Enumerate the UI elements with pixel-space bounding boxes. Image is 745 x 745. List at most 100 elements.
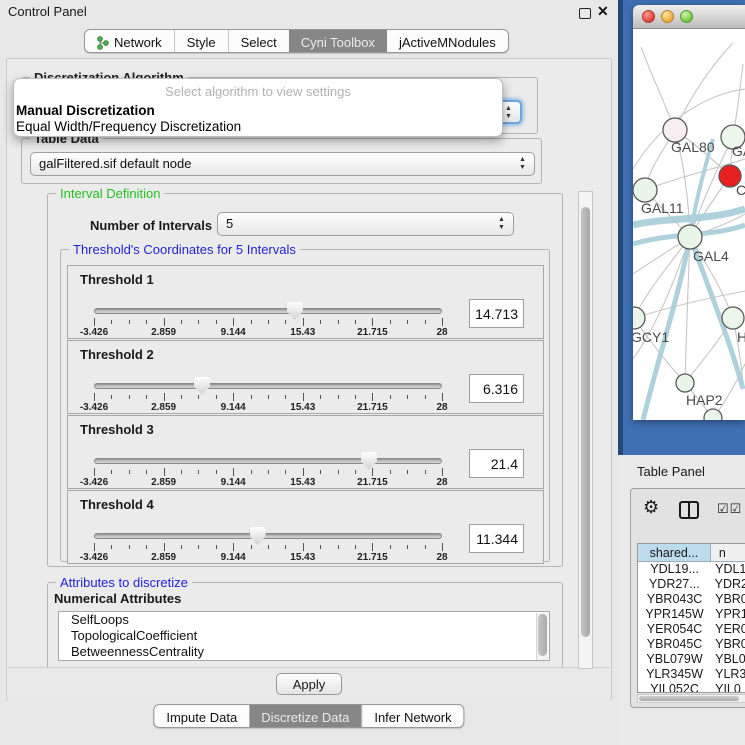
- list-item[interactable]: TopologicalCoefficient: [59, 628, 549, 644]
- table-cell[interactable]: YER0: [711, 622, 745, 637]
- table-panel-title: Table Panel: [637, 464, 705, 479]
- panel-title: Control Panel: [8, 4, 87, 19]
- close-traffic-light[interactable]: [642, 10, 655, 23]
- node-h[interactable]: [722, 307, 744, 329]
- table-cell[interactable]: YDR2: [711, 577, 745, 592]
- threshold-value-field[interactable]: 6.316: [469, 374, 524, 403]
- table-cell[interactable]: YLR345W: [638, 667, 711, 682]
- number-of-intervals-combo[interactable]: 5 ▲▼: [217, 212, 514, 236]
- panel-scrollbar[interactable]: [578, 191, 593, 669]
- table-row[interactable]: YBL079WYBL0: [638, 652, 745, 667]
- table-data-combo[interactable]: galFiltered.sif default node ▲▼: [30, 152, 535, 176]
- tab-discretize-data[interactable]: Discretize Data: [249, 705, 361, 727]
- table-cell[interactable]: YBR043C: [638, 592, 711, 607]
- right-panel: GAL80 GA C GAL11 GAL4 GCY1 H HAP2 Table …: [618, 0, 745, 745]
- node[interactable]: [704, 409, 722, 420]
- attributes-group-title: Attributes to discretize: [56, 575, 192, 590]
- table-cell[interactable]: YER054C: [638, 622, 711, 637]
- table-cell[interactable]: YIL052C: [638, 682, 711, 693]
- checkbox-icons[interactable]: ☑☑: [717, 501, 742, 517]
- numerical-attributes-list: SelfLoops TopologicalCoefficient Between…: [58, 611, 550, 661]
- tab-jactivemnodules[interactable]: jActiveMNodules: [387, 30, 508, 52]
- zoom-traffic-light[interactable]: [680, 10, 693, 23]
- table-row[interactable]: YDR27...YDR2: [638, 577, 745, 592]
- apply-button[interactable]: Apply: [276, 673, 342, 695]
- split-panel-icon[interactable]: [679, 501, 699, 519]
- slider-track[interactable]: [94, 308, 442, 314]
- thresholds-group-title: Threshold's Coordinates for 5 Intervals: [69, 242, 300, 257]
- slider-track[interactable]: [94, 383, 442, 389]
- threshold-slider: Threshold 3 -3.4262.8599.14415.4321.7152…: [67, 415, 544, 489]
- threshold-value-field[interactable]: 21.4: [469, 449, 524, 478]
- table-row[interactable]: YPR145WYPR1: [638, 607, 745, 622]
- panel-scrollbar-thumb[interactable]: [581, 207, 590, 637]
- column-header-shared[interactable]: shared...: [638, 544, 711, 561]
- table-cell[interactable]: YDR27...: [638, 577, 711, 592]
- slider-ticks: [94, 318, 442, 327]
- threshold-value-field[interactable]: 11.344: [469, 524, 524, 553]
- table-row[interactable]: YER054CYER0: [638, 622, 745, 637]
- threshold-slider: Threshold 1 -3.4262.8599.14415.4321.7152…: [67, 265, 544, 339]
- minimize-traffic-light[interactable]: [661, 10, 674, 23]
- threshold-slider: Threshold 2 -3.4262.8599.14415.4321.7152…: [67, 340, 544, 414]
- tab-impute-data[interactable]: Impute Data: [154, 705, 249, 727]
- menu-item-manual-discretization[interactable]: Manual Discretization: [14, 103, 502, 119]
- table-cell[interactable]: YBR0: [711, 637, 745, 652]
- network-icon: [97, 36, 109, 50]
- table-row[interactable]: YBR045CYBR0: [638, 637, 745, 652]
- node-label: GCY1: [633, 329, 669, 345]
- table-row[interactable]: YIL052CYIL0: [638, 682, 745, 693]
- column-header-name[interactable]: n: [711, 544, 745, 561]
- node-label: C: [736, 182, 745, 198]
- gear-icon[interactable]: ⚙: [643, 497, 659, 518]
- tab-select[interactable]: Select: [228, 30, 289, 52]
- node-hap2[interactable]: [676, 374, 694, 392]
- tab-infer-network[interactable]: Infer Network: [361, 705, 463, 727]
- list-item[interactable]: SelfLoops: [59, 612, 549, 628]
- interval-definition-title: Interval Definition: [56, 186, 164, 201]
- network-window-titlebar[interactable]: [633, 5, 745, 29]
- float-window-icon[interactable]: [579, 8, 591, 19]
- table-cell[interactable]: YBL079W: [638, 652, 711, 667]
- list-scrollbar-thumb[interactable]: [538, 614, 547, 656]
- table-hscrollbar-thumb[interactable]: [639, 696, 739, 701]
- table-hscrollbar[interactable]: [637, 694, 745, 703]
- list-scrollbar[interactable]: [536, 613, 548, 661]
- table-cell[interactable]: YPR145W: [638, 607, 711, 622]
- table-row[interactable]: YLR345WYLR3: [638, 667, 745, 682]
- table-cell[interactable]: YBR045C: [638, 637, 711, 652]
- table-row[interactable]: YBR043CYBR0: [638, 592, 745, 607]
- table-panel: Table Panel ⚙ ☑☑ shared... n YDL19...YDL…: [618, 455, 745, 745]
- threshold-value-field[interactable]: 14.713: [469, 299, 524, 328]
- algorithm-dropdown-popup: Select algorithm to view settings Manual…: [13, 78, 503, 137]
- top-tab-bar: Network Style Select Cyni Toolbox jActiv…: [84, 29, 509, 53]
- node-gcy1[interactable]: [633, 307, 645, 329]
- network-canvas[interactable]: GAL80 GA C GAL11 GAL4 GCY1 H HAP2: [633, 29, 745, 420]
- table-row[interactable]: YDL19...YDL1: [638, 562, 745, 577]
- table-cell[interactable]: YPR1: [711, 607, 745, 622]
- slider-ticks: [94, 393, 442, 402]
- tab-network[interactable]: Network: [85, 30, 174, 52]
- interval-definition-group: Interval Definition Number of Intervals …: [47, 193, 563, 567]
- menu-item-equal-width-frequency[interactable]: Equal Width/Frequency Discretization: [14, 119, 502, 135]
- tab-style[interactable]: Style: [174, 30, 228, 52]
- table-cell[interactable]: YBL0: [711, 652, 745, 667]
- slider-scale: -3.4262.8599.14415.4321.71528: [94, 402, 442, 413]
- table-data-group: Table Data galFiltered.sif default node …: [21, 138, 542, 184]
- table-cell[interactable]: YLR3: [711, 667, 745, 682]
- cyni-content: Discretization Algorithm ▲▼ Table Data g…: [6, 58, 612, 700]
- table-cell[interactable]: YDL1: [711, 562, 745, 577]
- table-cell[interactable]: YIL0: [711, 682, 745, 693]
- slider-track[interactable]: [94, 533, 442, 539]
- table-cell[interactable]: YDL19...: [638, 562, 711, 577]
- tab-cyni-toolbox[interactable]: Cyni Toolbox: [289, 30, 387, 52]
- slider-track[interactable]: [94, 458, 442, 464]
- close-icon[interactable]: ✕: [597, 3, 609, 20]
- node-gal11[interactable]: [633, 178, 657, 202]
- table-cell[interactable]: YBR0: [711, 592, 745, 607]
- list-item[interactable]: BetweennessCentrality: [59, 644, 549, 660]
- apply-strip: Apply: [8, 667, 610, 700]
- algorithm-prompt: Select algorithm to view settings: [14, 79, 502, 103]
- threshold-slider: Threshold 4 -3.4262.8599.14415.4321.7152…: [67, 490, 544, 564]
- node-gal4[interactable]: [678, 225, 702, 249]
